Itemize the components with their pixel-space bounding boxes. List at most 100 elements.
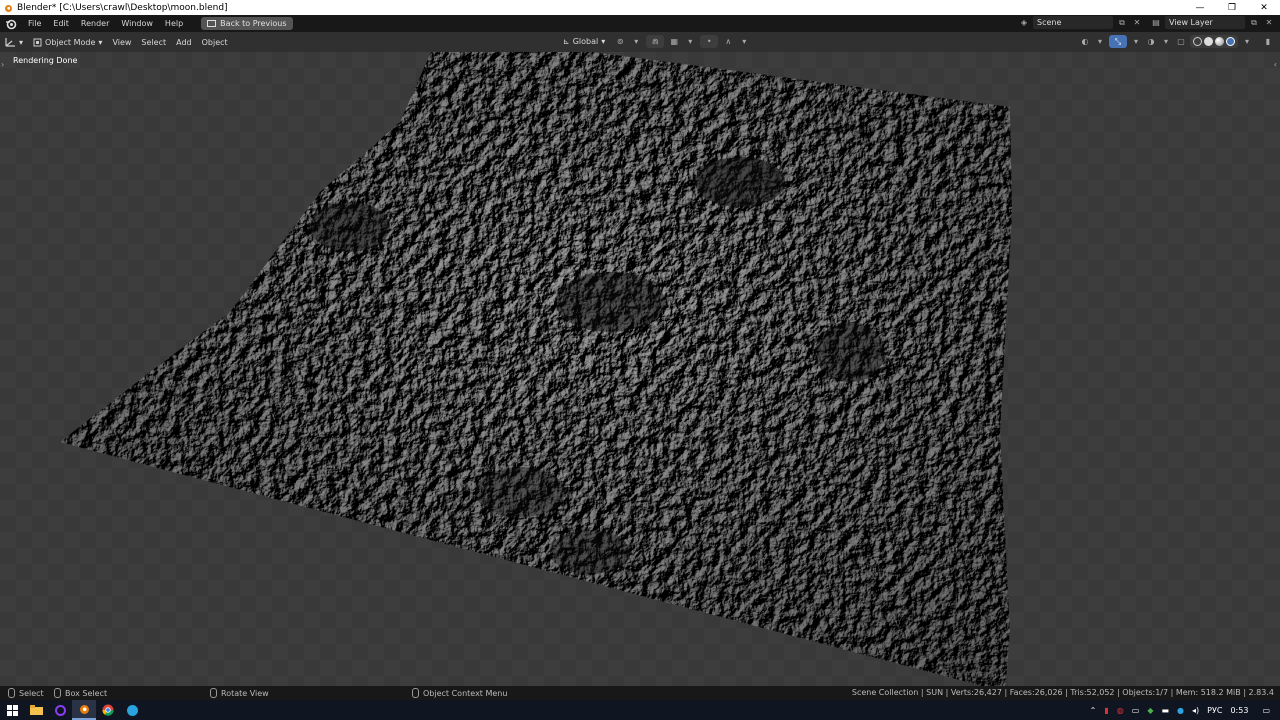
wireframe-shading-icon[interactable]	[1193, 37, 1202, 46]
chevron-down-icon[interactable]: ▾	[1094, 36, 1106, 48]
tray-volume-icon[interactable]: ◂)	[1192, 706, 1199, 715]
menu-render[interactable]: Render	[75, 19, 115, 28]
transform-orientation-dropdown[interactable]: ⊾ Global ▾	[558, 37, 610, 46]
view-layer-field[interactable]: View Layer	[1165, 16, 1245, 29]
taskbar-file-explorer[interactable]	[24, 700, 48, 720]
chevron-down-icon[interactable]: ▾	[1160, 36, 1172, 48]
tray-app-icon[interactable]: ▮	[1104, 706, 1108, 715]
chevron-down-icon[interactable]: ▾	[684, 36, 696, 48]
tray-app-icon-4[interactable]: ◆	[1147, 706, 1153, 715]
viewport-header: ▾ Object Mode ▾ View Select Add Object ⊾…	[0, 32, 1280, 52]
object-mode-icon	[33, 38, 42, 46]
taskbar-telegram[interactable]	[120, 700, 144, 720]
window-titlebar: Blender* [C:\Users\crawl\Desktop\moon.bl…	[0, 0, 1280, 15]
left-mouse-icon	[8, 688, 15, 698]
overlays-icon[interactable]: ◑	[1145, 36, 1157, 48]
folder-icon	[29, 705, 43, 715]
chevron-down-icon[interactable]: ▾	[630, 36, 642, 48]
status-bar: Select Box Select Rotate View Object Con…	[0, 686, 1280, 700]
taskbar-app-circle[interactable]	[48, 700, 72, 720]
tray-clock[interactable]: 0:53	[1230, 706, 1248, 715]
tray-chevron-up-icon[interactable]: ⌃	[1090, 706, 1097, 715]
remove-view-layer-icon[interactable]: ✕	[1263, 17, 1275, 29]
new-view-layer-icon[interactable]: ⧉	[1248, 17, 1260, 29]
sidebar-expand-icon[interactable]: ‹	[1274, 60, 1277, 69]
visibility-icon[interactable]: ◐	[1079, 36, 1091, 48]
material-preview-icon[interactable]	[1215, 37, 1224, 46]
purple-ring-icon	[54, 704, 66, 716]
drag-mouse-icon	[54, 688, 61, 698]
close-button[interactable]: ✕	[1248, 0, 1280, 15]
snap-toggle[interactable]: ⋒	[646, 35, 665, 48]
shading-modes	[1190, 35, 1238, 48]
pivot-point-icon[interactable]: ⊚	[614, 36, 626, 48]
menu-file[interactable]: File	[22, 19, 47, 28]
viewport-menu-select[interactable]: Select	[136, 38, 171, 47]
restore-button[interactable]: ❐	[1216, 0, 1248, 15]
notification-icon[interactable]: ▭	[1262, 706, 1270, 715]
scene-icon[interactable]: ◈	[1018, 17, 1030, 29]
chevron-down-icon: ▾	[98, 37, 103, 47]
viewport-menu-add[interactable]: Add	[171, 38, 197, 47]
viewport-menu-view[interactable]: View	[107, 38, 136, 47]
minimize-button[interactable]: —	[1184, 0, 1216, 15]
falloff-icon[interactable]: ∧	[722, 36, 734, 48]
object-mode-dropdown[interactable]: Object Mode ▾	[28, 38, 107, 47]
axis-icon	[5, 38, 15, 47]
blender-logo-icon[interactable]	[0, 15, 22, 32]
back-to-previous-button[interactable]: Back to Previous	[201, 17, 293, 30]
chevron-down-icon[interactable]: ▾	[738, 36, 750, 48]
viewport-display-tools: ◐ ▾ ⤡ ▾ ◑ ▾ ▢ ▾ ▮	[1079, 35, 1274, 48]
status-rotate-label: Rotate View	[221, 688, 269, 698]
chevron-down-icon[interactable]: ▾	[1241, 36, 1253, 48]
proportional-edit-toggle[interactable]: •	[700, 35, 719, 48]
status-select-hint: Select	[8, 688, 44, 698]
new-scene-icon[interactable]: ⧉	[1116, 17, 1128, 29]
view-layer-icon[interactable]: ▤	[1150, 17, 1162, 29]
tray-app-icon-3[interactable]: ▭	[1132, 706, 1140, 715]
blender-topbar: File Edit Render Window Help Back to Pre…	[0, 15, 1280, 32]
tray-app-icon-2[interactable]: ◍	[1117, 706, 1124, 715]
editor-type-dropdown[interactable]: ▾	[0, 37, 28, 47]
transform-orientation-label: Global	[572, 37, 599, 46]
xray-toggle-icon[interactable]: ▢	[1175, 36, 1187, 48]
right-mouse-icon	[412, 688, 419, 698]
menu-window[interactable]: Window	[115, 19, 159, 28]
3d-viewport[interactable]: › ‹ Rendering Done	[0, 52, 1280, 686]
transform-tools: ⊾ Global ▾ ⊚ ▾ ⋒ ▦ ▾ • ∧ ▾	[558, 35, 750, 48]
viewport-menu-object[interactable]: Object	[197, 38, 233, 47]
chevron-down-icon: ▾	[19, 37, 24, 47]
gizmo-toggle[interactable]: ⤡	[1109, 35, 1127, 48]
taskbar-blender[interactable]	[72, 700, 96, 720]
status-context-hint: Object Context Menu	[412, 688, 507, 698]
blender-app-icon	[5, 4, 12, 12]
view-layer-selector: ▤ View Layer ⧉ ✕	[1150, 16, 1275, 29]
back-to-previous-label: Back to Previous	[220, 19, 287, 28]
menu-help[interactable]: Help	[159, 19, 189, 28]
solid-shading-icon[interactable]	[1204, 37, 1213, 46]
status-rotate-hint: Rotate View	[210, 688, 269, 698]
start-button[interactable]	[0, 700, 24, 720]
object-mode-label: Object Mode	[45, 37, 96, 47]
scene-statistics: Scene Collection | SUN | Verts:26,427 | …	[851, 688, 1274, 697]
snap-target-icon[interactable]: ▦	[668, 36, 680, 48]
sidebar-toggle-icon[interactable]: ▮	[1262, 36, 1274, 48]
tray-language[interactable]: РУС	[1207, 706, 1222, 715]
menu-edit[interactable]: Edit	[47, 19, 75, 28]
middle-mouse-icon	[210, 688, 217, 698]
chevron-down-icon: ▾	[601, 37, 606, 46]
telegram-icon	[126, 704, 138, 716]
windows-taskbar: ⌃ ▮ ◍ ▭ ◆ ▬ ● ◂) РУС 0:53 ▭	[0, 700, 1280, 720]
toolbar-expand-icon[interactable]: ›	[1, 60, 4, 69]
tray-network-icon[interactable]: ▬	[1161, 706, 1169, 715]
scene-selector: ◈ Scene ⧉ ✕	[1018, 16, 1143, 29]
tray-telegram-icon[interactable]: ●	[1177, 706, 1184, 715]
scene-name-field[interactable]: Scene	[1033, 16, 1113, 29]
chevron-down-icon[interactable]: ▾	[1130, 36, 1142, 48]
gizmo-icon: ⤡	[1114, 36, 1122, 46]
taskbar-chrome[interactable]	[96, 700, 120, 720]
screen-icon	[207, 19, 217, 27]
rendered-shading-icon[interactable]	[1226, 37, 1235, 46]
remove-scene-icon[interactable]: ✕	[1131, 17, 1143, 29]
render-status-text: Rendering Done	[13, 56, 78, 65]
